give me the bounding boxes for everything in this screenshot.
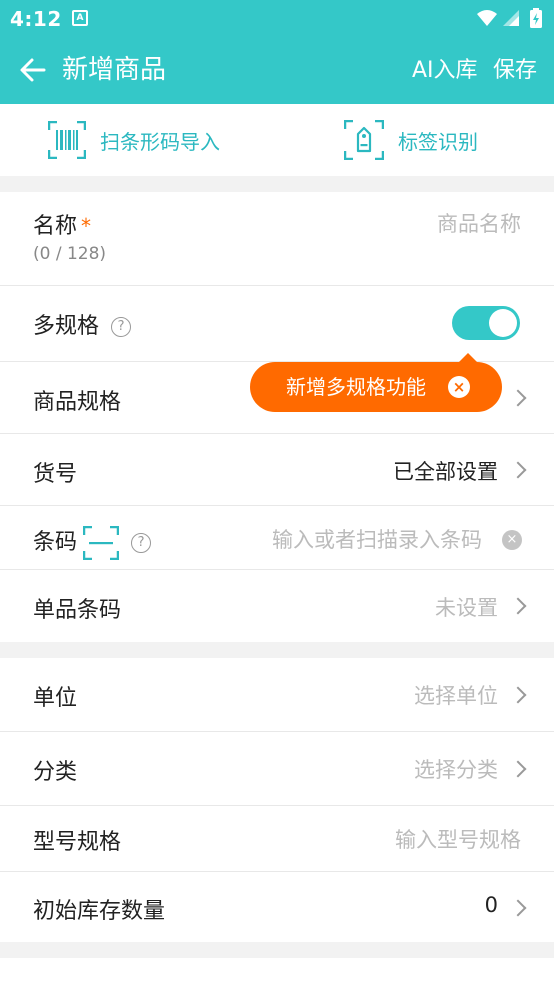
scan-barcode-import-button[interactable]: 扫条形码导入 (48, 104, 220, 176)
quick-actions: 扫条形码导入 标签识别 (0, 104, 554, 176)
category-label: 分类 (33, 760, 78, 785)
tooltip-arrow (458, 353, 478, 363)
chevron-right-icon (509, 389, 527, 407)
category-value: 选择分类 (414, 758, 498, 782)
name-char-counter: (0 / 128) (33, 244, 107, 264)
barcode-label: 条码 (33, 530, 78, 555)
extra-info-section: 单位 选择单位 分类 选择分类 型号规格 输入型号规格 初始库存数量 0 (0, 658, 554, 942)
status-time: 4:12 (10, 7, 62, 31)
single-barcode-value: 未设置 (435, 596, 498, 620)
initial-stock-value: 0 (484, 893, 498, 917)
category-row[interactable]: 分类 选择分类 (0, 732, 554, 806)
model-label: 型号规格 (33, 830, 122, 855)
notification-icon: A (72, 10, 88, 26)
item-no-value: 已全部设置 (393, 460, 498, 484)
signal-icon (503, 10, 519, 26)
unit-value: 选择单位 (414, 684, 498, 708)
page-title: 新增商品 (62, 55, 167, 85)
multi-spec-row: 多规格? (0, 286, 554, 362)
name-row[interactable]: 名称 * 商品名称 (0 / 128) (0, 192, 554, 286)
tag-recognition-label: 标签识别 (398, 129, 478, 154)
barcode-scan-icon (48, 121, 86, 159)
help-icon[interactable]: ? (111, 317, 132, 337)
single-barcode-label: 单品条码 (33, 598, 122, 623)
scan-barcode-import-label: 扫条形码导入 (100, 129, 220, 154)
battery-icon (530, 8, 542, 28)
multi-spec-tooltip: 新增多规格功能 × (250, 353, 502, 412)
chevron-right-icon (509, 899, 527, 917)
ai-stock-in-button[interactable]: AI入库 (412, 56, 478, 86)
initial-stock-row[interactable]: 初始库存数量 0 (0, 872, 554, 942)
multi-spec-label: 多规格 (33, 314, 100, 339)
chevron-right-icon (509, 461, 527, 479)
unit-label: 单位 (33, 686, 78, 711)
barcode-input[interactable]: 输入或者扫描录入条码 (272, 524, 482, 554)
scan-icon[interactable] (83, 526, 120, 560)
initial-stock-label: 初始库存数量 (33, 899, 166, 924)
product-spec-label: 商品规格 (33, 390, 122, 415)
item-no-row[interactable]: 货号 已全部设置 (0, 434, 554, 506)
multi-spec-toggle[interactable] (452, 306, 520, 340)
app-bar: 新增商品 AI入库 保存 (0, 38, 554, 104)
tag-scan-icon (344, 120, 384, 160)
help-icon[interactable]: ? (131, 533, 152, 553)
back-arrow-icon[interactable] (18, 55, 48, 85)
chevron-right-icon (509, 597, 527, 615)
chevron-right-icon (509, 686, 527, 704)
status-bar: 4:12 A (0, 0, 554, 38)
toggle-knob (489, 309, 517, 337)
model-input[interactable]: 输入型号规格 (395, 824, 521, 854)
close-icon[interactable]: × (448, 376, 470, 398)
save-button[interactable]: 保存 (493, 56, 537, 86)
chevron-right-icon (509, 760, 527, 778)
item-no-label: 货号 (33, 462, 78, 487)
tag-recognition-button[interactable]: 标签识别 (344, 104, 478, 176)
name-label: 名称 (33, 214, 78, 239)
clear-icon[interactable]: × (502, 530, 522, 550)
top-bar: 4:12 A 新增商品 AI入库 保存 (0, 0, 554, 104)
wifi-icon (477, 10, 497, 26)
name-placeholder[interactable]: 商品名称 (437, 208, 521, 238)
model-row: 型号规格 输入型号规格 (0, 806, 554, 872)
tooltip-text: 新增多规格功能 (286, 375, 426, 399)
basic-info-section: 名称 * 商品名称 (0 / 128) 多规格? 商品规格 货号 已全部设置 条码… (0, 192, 554, 642)
required-mark: * (81, 214, 92, 238)
unit-row[interactable]: 单位 选择单位 (0, 658, 554, 732)
single-barcode-row[interactable]: 单品条码 未设置 (0, 570, 554, 642)
next-section (0, 958, 554, 984)
barcode-row: 条码 ? 输入或者扫描录入条码 × (0, 506, 554, 570)
